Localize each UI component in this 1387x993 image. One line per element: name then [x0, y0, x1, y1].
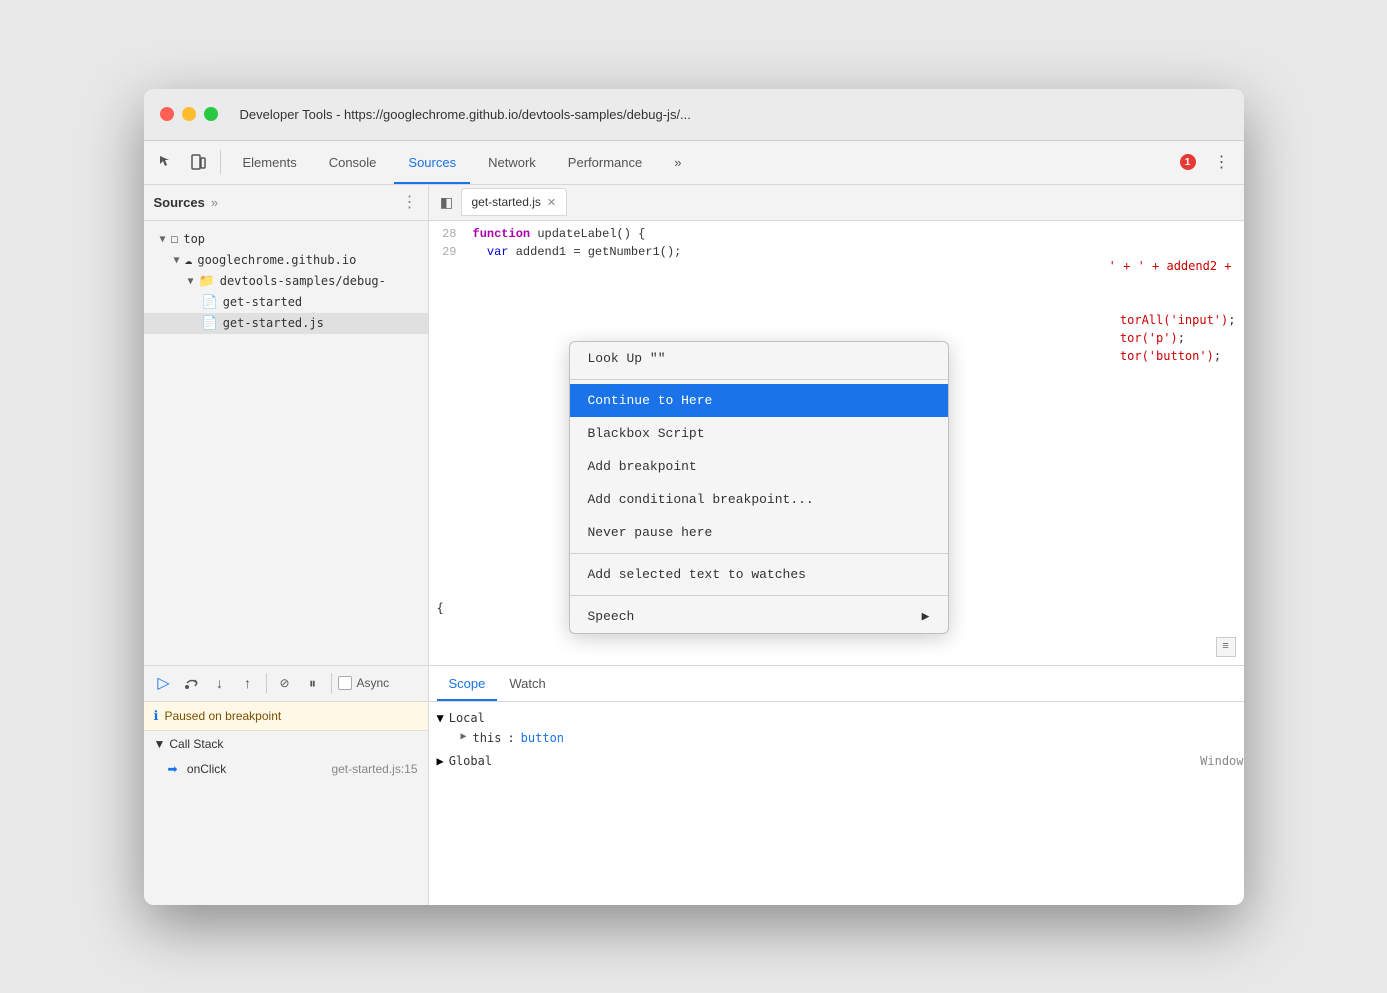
scope-global-row[interactable]: ▶ Global Window — [429, 748, 1244, 771]
call-stack-item-onclick[interactable]: ➡ onClick get-started.js:15 — [144, 757, 428, 781]
tab-watch[interactable]: Watch — [497, 665, 557, 701]
debug-divider — [266, 673, 267, 693]
tab-close-button[interactable]: ✕ — [547, 196, 556, 209]
tab-sources[interactable]: Sources — [394, 140, 470, 184]
tab-console[interactable]: Console — [315, 140, 391, 184]
context-menu-blackbox[interactable]: Blackbox Script — [570, 417, 948, 450]
sources-header: Sources » ⋮ — [144, 185, 428, 221]
js-file-icon: 📄 — [202, 316, 218, 331]
pause-on-exceptions-button[interactable]: ⏸ — [301, 671, 325, 695]
call-stack-location: get-started.js:15 — [331, 762, 417, 776]
code-right-snippet2: torAll('input'); tor('p'); tor('button')… — [1120, 311, 1236, 365]
async-checkbox[interactable] — [338, 676, 352, 690]
tab-elements[interactable]: Elements — [229, 140, 311, 184]
scope-local-group[interactable]: ▼ Local — [429, 708, 1244, 728]
context-menu-separator-2 — [570, 553, 948, 554]
html-file-icon: 📄 — [202, 295, 218, 310]
window-title: Developer Tools - https://googlechrome.g… — [240, 107, 691, 122]
debug-toolbar: ▷ ↓ ↑ ⊘ ⏸ — [144, 666, 428, 702]
deactivate-breakpoints-button[interactable]: ⊘ — [273, 671, 297, 695]
more-options-button[interactable]: ⋮ — [1208, 148, 1236, 176]
debug-controls: ▷ ↓ ↑ ⊘ ⏸ — [144, 666, 429, 905]
devtools-toolbar: Elements Console Sources Network Perform… — [144, 141, 1244, 185]
code-right-snippet: ' + ' + addend2 + — [1109, 257, 1232, 275]
devtools-window: Developer Tools - https://googlechrome.g… — [144, 89, 1244, 905]
inspect-element-button[interactable] — [152, 148, 180, 176]
toolbar-divider — [220, 150, 221, 174]
context-menu-conditional-breakpoint[interactable]: Add conditional breakpoint... — [570, 483, 948, 516]
traffic-lights — [160, 107, 218, 121]
tab-scope[interactable]: Scope — [437, 665, 498, 701]
error-badge: 1 — [1180, 154, 1196, 170]
code-line-28: 28 function updateLabel() { — [429, 225, 1244, 243]
code-brace: { — [437, 601, 444, 615]
this-expand-icon: ▶ — [461, 731, 467, 745]
context-menu-separator-3 — [570, 595, 948, 596]
context-menu-never-pause[interactable]: Never pause here — [570, 516, 948, 549]
scope-content: ▼ Local ▶ this : button ▶ Global — [429, 702, 1244, 777]
paused-message: Paused on breakpoint — [164, 709, 281, 723]
context-menu-add-breakpoint[interactable]: Add breakpoint — [570, 450, 948, 483]
call-stack-header[interactable]: ▼ Call Stack — [144, 731, 428, 757]
context-menu-continue-here[interactable]: Continue to Here — [570, 384, 948, 417]
this-prop-name: this — [473, 731, 502, 745]
info-icon: ℹ — [154, 708, 159, 724]
error-count-circle: 1 — [1180, 154, 1196, 170]
step-out-button[interactable]: ↑ — [236, 671, 260, 695]
scope-tabs: Scope Watch — [429, 666, 1244, 702]
left-panel: Sources » ⋮ ▼ ☐ top ▼ ☁ googlechrom — [144, 185, 429, 665]
context-menu-separator-1 — [570, 379, 948, 380]
titlebar: Developer Tools - https://googlechrome.g… — [144, 89, 1244, 141]
sources-kebab-button[interactable]: ⋮ — [402, 192, 418, 212]
tree-arrow-folder-icon: ▼ — [188, 276, 194, 287]
scroll-to-bottom-icon[interactable]: ≡ — [1216, 637, 1236, 657]
tab-performance[interactable]: Performance — [554, 140, 656, 184]
device-toolbar-button[interactable] — [184, 148, 212, 176]
file-tree: ▼ ☐ top ▼ ☁ googlechrome.github.io ▼ 📁 — [144, 221, 428, 665]
devtools-body: Sources » ⋮ ▼ ☐ top ▼ ☁ googlechrom — [144, 185, 1244, 905]
paused-banner: ℹ Paused on breakpoint — [144, 702, 428, 731]
minimize-button[interactable] — [182, 107, 196, 121]
toggle-sidebar-button[interactable]: ◧ — [433, 188, 461, 216]
maximize-button[interactable] — [204, 107, 218, 121]
editor-tabs: ◧ get-started.js ✕ — [429, 185, 1244, 221]
devtools-main: Sources » ⋮ ▼ ☐ top ▼ ☁ googlechrom — [144, 185, 1244, 665]
tab-more[interactable]: » — [660, 140, 695, 184]
sources-more-button[interactable]: » — [211, 195, 218, 210]
context-menu-add-to-watches[interactable]: Add selected text to watches — [570, 558, 948, 591]
window-value: Window — [1200, 754, 1243, 768]
context-menu-lookup[interactable]: Look Up "" — [570, 342, 948, 375]
editor-tab-js[interactable]: get-started.js ✕ — [461, 188, 568, 216]
call-stack-arrow-icon: ➡ — [168, 762, 178, 776]
scope-local-label: Local — [449, 711, 485, 725]
call-stack-fn-name: onClick — [187, 762, 226, 776]
step-over-button[interactable] — [180, 671, 204, 695]
debug-divider2 — [331, 673, 332, 693]
tree-item-top[interactable]: ▼ ☐ top — [144, 229, 428, 250]
tree-item-js[interactable]: 📄 get-started.js — [144, 313, 428, 334]
tree-item-html[interactable]: 📄 get-started — [144, 292, 428, 313]
right-panel: ◧ get-started.js ✕ 28 function updateLab… — [429, 185, 1244, 665]
resume-button[interactable]: ▷ — [152, 671, 176, 695]
scope-panel: Scope Watch ▼ Local ▶ this : bu — [429, 666, 1244, 905]
tree-item-folder[interactable]: ▼ 📁 devtools-samples/debug- — [144, 271, 428, 292]
close-button[interactable] — [160, 107, 174, 121]
tree-arrow-icon: ▼ — [160, 234, 166, 245]
bottom-area: ▷ ↓ ↑ ⊘ ⏸ — [144, 665, 1244, 905]
sources-panel-title: Sources — [154, 195, 205, 210]
async-toggle[interactable]: Async — [338, 676, 390, 690]
context-menu: Look Up "" Continue to Here Blackbox Scr… — [569, 341, 949, 634]
tree-item-domain[interactable]: ▼ ☁ googlechrome.github.io — [144, 250, 428, 271]
this-prop-value: button — [521, 731, 564, 745]
code-editor[interactable]: 28 function updateLabel() { 29 var adden… — [429, 221, 1244, 665]
scope-global-label: Global — [449, 754, 492, 768]
tab-network[interactable]: Network — [474, 140, 550, 184]
tree-arrow-domain-icon: ▼ — [174, 255, 180, 266]
scope-this-property[interactable]: ▶ this : button — [429, 728, 1244, 748]
step-into-button[interactable]: ↓ — [208, 671, 232, 695]
context-menu-speech[interactable]: Speech ▶ — [570, 600, 948, 633]
